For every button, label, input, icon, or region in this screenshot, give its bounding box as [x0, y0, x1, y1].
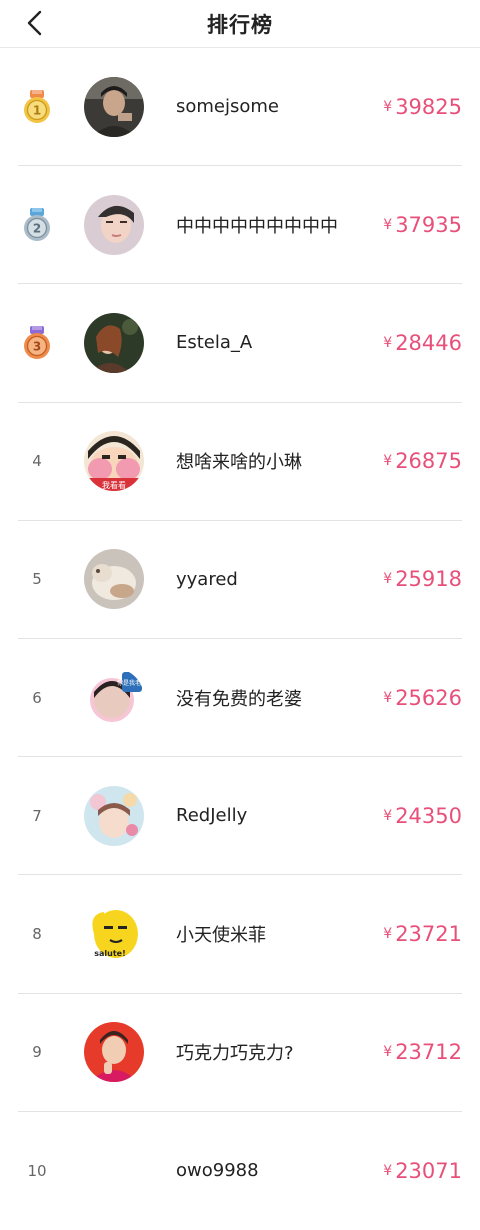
amount: ¥ 23712 — [383, 994, 462, 1111]
amount-value: 24350 — [395, 803, 462, 828]
rank-number: 5 — [32, 570, 42, 589]
currency-symbol: ¥ — [383, 1044, 393, 1061]
bronze-medal-icon: 3 — [24, 325, 50, 359]
rank-cell: 3 — [18, 284, 56, 401]
leaderboard-row[interactable]: 10 owo9988 ¥ 23071 — [18, 1112, 462, 1230]
currency-symbol: ¥ — [383, 807, 393, 824]
currency-symbol: ¥ — [383, 98, 393, 115]
rank-number: 6 — [32, 688, 42, 707]
leaderboard-row[interactable]: 1 somejsome ¥ 39825 — [18, 48, 462, 167]
svg-text:1: 1 — [33, 103, 41, 117]
amount: ¥ 25626 — [383, 639, 462, 756]
amount-value: 25918 — [395, 567, 462, 592]
amount: ¥ 24350 — [383, 757, 462, 874]
amount-value: 26875 — [395, 449, 462, 474]
rank-number: 7 — [32, 806, 42, 825]
leaderboard-row[interactable]: 9 巧克力巧克力? ¥ 23712 — [18, 994, 462, 1112]
username: yyared — [176, 568, 238, 590]
leaderboard-list: 1 somejsome ¥ 39825 2 中中中中中中中中中 ¥ 37935 … — [0, 48, 480, 1230]
rank-number: 9 — [32, 1043, 42, 1062]
username: 中中中中中中中中中 — [176, 215, 338, 237]
username: 小天使米菲 — [176, 924, 266, 946]
amount: ¥ 23071 — [383, 1112, 462, 1230]
amount: ¥ 23721 — [383, 875, 462, 992]
amount-value: 25626 — [395, 685, 462, 710]
leaderboard-row[interactable]: 4 我看看 想啥来啥的小琳 ¥ 26875 — [18, 403, 462, 521]
amount: ¥ 37935 — [383, 166, 462, 283]
amount-value: 39825 — [395, 94, 462, 119]
currency-symbol: ¥ — [383, 571, 393, 588]
avatar[interactable]: 你是我老婆 — [84, 667, 144, 728]
amount: ¥ 39825 — [383, 48, 462, 165]
page-title: 排行榜 — [207, 12, 273, 37]
sticker-text: 你是我老婆 — [117, 679, 144, 687]
username: RedJelly — [176, 805, 248, 827]
avatar[interactable] — [84, 194, 144, 255]
amount-value: 23071 — [395, 1158, 462, 1183]
username: Estela_A — [176, 332, 253, 354]
rank-cell: 2 — [18, 166, 56, 283]
rank-cell: 1 — [18, 48, 56, 165]
leaderboard-row[interactable]: 3 Estela_A ¥ 28446 — [18, 284, 462, 403]
avatar[interactable] — [84, 312, 144, 373]
leaderboard-row[interactable]: 6 你是我老婆 没有免费的老婆 ¥ 25626 — [18, 639, 462, 758]
back-button[interactable] — [18, 6, 52, 40]
avatar[interactable]: salute! — [84, 903, 144, 964]
leaderboard-row[interactable]: 2 中中中中中中中中中 ¥ 37935 — [18, 166, 462, 285]
leaderboard-row[interactable]: 8 salute! 小天使米菲 ¥ 23721 — [18, 875, 462, 994]
username: owo9988 — [176, 1160, 259, 1182]
leaderboard-row[interactable]: 7 RedJelly ¥ 24350 — [18, 757, 462, 876]
username: somejsome — [176, 96, 279, 118]
amount: ¥ 25918 — [383, 521, 462, 638]
currency-symbol: ¥ — [383, 334, 393, 351]
rank-number: 10 — [27, 1161, 47, 1180]
amount-value: 23712 — [395, 1040, 462, 1065]
leaderboard-row[interactable]: 5 yyared ¥ 25918 — [18, 521, 462, 639]
avatar[interactable] — [84, 1022, 144, 1083]
amount-value: 37935 — [395, 212, 462, 237]
svg-text:3: 3 — [33, 339, 41, 353]
amount: ¥ 26875 — [383, 403, 462, 520]
currency-symbol: ¥ — [383, 689, 393, 706]
sticker-text: 我看看 — [102, 480, 126, 490]
avatar[interactable] — [84, 76, 144, 137]
rank-number: 4 — [32, 452, 42, 471]
currency-symbol: ¥ — [383, 453, 393, 470]
username: 想啥来啥的小琳 — [176, 452, 302, 474]
amount-value: 23721 — [395, 921, 462, 946]
avatar[interactable]: 我看看 — [84, 431, 144, 492]
avatar[interactable] — [84, 1140, 144, 1201]
svg-text:2: 2 — [33, 221, 41, 235]
rank-number: 8 — [32, 924, 42, 943]
username: 巧克力巧克力? — [176, 1043, 294, 1065]
chevron-left-icon — [27, 10, 42, 36]
silver-medal-icon: 2 — [24, 207, 50, 241]
avatar[interactable] — [84, 549, 144, 610]
amount-value: 28446 — [395, 330, 462, 355]
amount: ¥ 28446 — [383, 284, 462, 401]
top-bar: 排行榜 — [0, 0, 480, 48]
gold-medal-icon: 1 — [24, 89, 50, 123]
username: 没有免费的老婆 — [176, 688, 302, 710]
currency-symbol: ¥ — [383, 216, 393, 233]
sticker-text: salute! — [94, 949, 126, 958]
avatar[interactable] — [84, 785, 144, 846]
currency-symbol: ¥ — [383, 925, 393, 942]
currency-symbol: ¥ — [383, 1162, 393, 1179]
